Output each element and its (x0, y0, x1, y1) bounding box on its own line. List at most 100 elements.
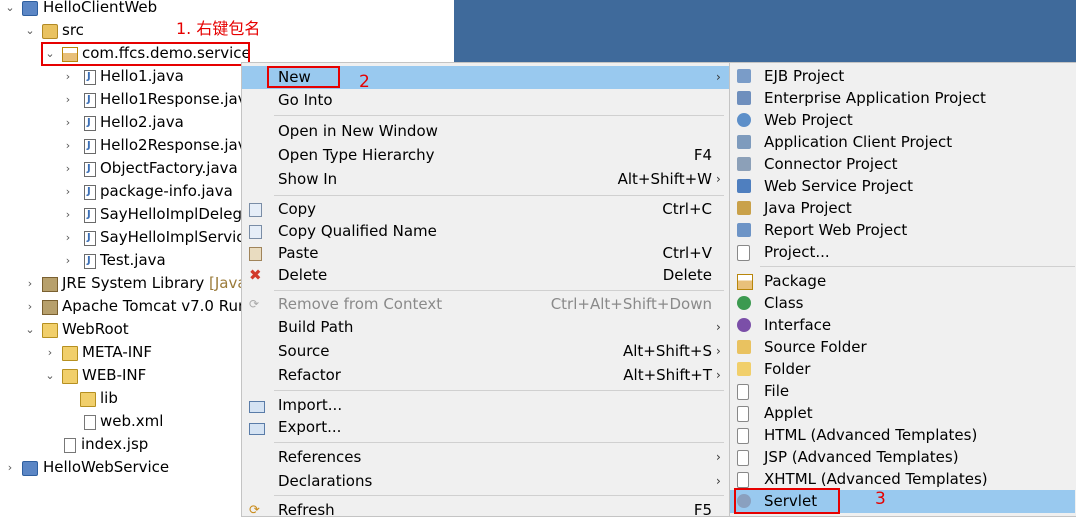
menu-item-label: References (278, 448, 362, 466)
submenu-item-html[interactable]: HTML (Advanced Templates) (730, 424, 1075, 447)
report-project-icon (737, 223, 751, 237)
menu-item-label: Refactor (278, 366, 341, 384)
jsp-file-icon (737, 450, 749, 466)
xml-file-icon (84, 415, 96, 430)
package-icon (737, 274, 753, 290)
menu-item-open-type-hierarchy[interactable]: Open Type Hierarchy F4 (242, 144, 730, 167)
chevron-right-icon[interactable]: › (62, 111, 74, 134)
menu-item-delete[interactable]: ✖ Delete Delete (242, 264, 730, 287)
chevron-right-icon[interactable]: › (62, 157, 74, 180)
chevron-right-icon[interactable]: › (62, 134, 74, 157)
submenu-item-enterprise-app-project[interactable]: Enterprise Application Project (730, 87, 1075, 110)
menu-item-import[interactable]: Import... (242, 394, 730, 417)
submenu-item-project[interactable]: Project... (730, 241, 1075, 264)
java-file-icon (84, 65, 96, 88)
chevron-down-icon[interactable]: ⌄ (24, 19, 36, 42)
java-file-icon (84, 249, 96, 272)
annotation-box-servlet (734, 488, 840, 514)
menu-item-copy-qualified-name[interactable]: Copy Qualified Name (242, 220, 730, 243)
menu-item-open-new-window[interactable]: Open in New Window (242, 120, 730, 143)
menu-item-label: Enterprise Application Project (764, 89, 986, 107)
tree-item-label: Hello1.java (100, 67, 184, 85)
chevron-right-icon: › (716, 474, 721, 488)
folder-icon (737, 362, 751, 376)
menu-item-label: Application Client Project (764, 133, 953, 151)
submenu-item-ejb-project[interactable]: EJB Project (730, 65, 1075, 88)
menu-item-label: Java Project (764, 199, 852, 217)
menu-item-declarations[interactable]: Declarations › (242, 470, 730, 493)
menu-item-export[interactable]: Export... (242, 416, 730, 439)
submenu-item-app-client-project[interactable]: Application Client Project (730, 131, 1075, 154)
submenu-item-interface[interactable]: Interface (730, 314, 1075, 337)
java-file-icon (84, 111, 96, 134)
menu-item-references[interactable]: References › (242, 446, 730, 469)
submenu-item-web-project[interactable]: Web Project (730, 109, 1075, 132)
chevron-right-icon[interactable]: › (62, 180, 74, 203)
submenu-item-applet[interactable]: Applet (730, 402, 1075, 425)
library-icon (42, 277, 58, 292)
applet-icon (737, 406, 749, 422)
java-file-icon (84, 134, 96, 157)
chevron-right-icon[interactable]: › (62, 203, 74, 226)
menu-item-refresh[interactable]: ⟳ Refresh F5 (242, 499, 730, 522)
menu-item-shortcut: F4 (693, 146, 712, 164)
submenu-item-jsp[interactable]: JSP (Advanced Templates) (730, 446, 1075, 469)
chevron-right-icon[interactable]: › (62, 226, 74, 249)
menu-item-go-into[interactable]: Go Into (242, 89, 730, 112)
class-icon (737, 296, 751, 310)
menu-item-refactor[interactable]: Refactor Alt+Shift+T › (242, 364, 730, 387)
submenu-item-class[interactable]: Class (730, 292, 1075, 315)
web-service-project-icon (737, 179, 751, 193)
java-file-icon (84, 157, 96, 180)
menu-item-remove-from-context[interactable]: ⟳ Remove from Context Ctrl+Alt+Shift+Dow… (242, 293, 730, 316)
menu-item-copy[interactable]: Copy Ctrl+C (242, 198, 730, 221)
chevron-right-icon[interactable]: › (4, 456, 16, 479)
editor-area (454, 0, 1076, 64)
tree-item-label: META-INF (82, 343, 153, 361)
tree-item-label: WebRoot (62, 320, 129, 338)
chevron-right-icon[interactable]: › (44, 341, 56, 364)
menu-item-label: EJB Project (764, 67, 845, 85)
menu-item-label: Paste (278, 244, 319, 262)
chevron-right-icon[interactable]: › (24, 272, 36, 295)
project-icon (22, 461, 38, 476)
ejb-project-icon (737, 69, 751, 83)
annotation-box-new (267, 66, 340, 88)
menu-item-label: Import... (278, 396, 343, 414)
menu-item-source[interactable]: Source Alt+Shift+S › (242, 340, 730, 363)
tree-item-label: Hello2Response.java (100, 136, 256, 154)
submenu-item-folder[interactable]: Folder (730, 358, 1075, 381)
folder-icon (80, 392, 96, 407)
chevron-right-icon[interactable]: › (62, 65, 74, 88)
chevron-right-icon: › (716, 450, 721, 464)
chevron-down-icon[interactable]: ⌄ (44, 364, 56, 387)
new-submenu: EJB Project Enterprise Application Proje… (729, 62, 1076, 517)
chevron-right-icon[interactable]: › (62, 88, 74, 111)
chevron-right-icon[interactable]: › (24, 295, 36, 318)
folder-icon (42, 323, 58, 338)
copy-icon (249, 203, 262, 217)
chevron-right-icon[interactable]: › (62, 249, 74, 272)
menu-item-build-path[interactable]: Build Path › (242, 316, 730, 339)
menu-item-paste[interactable]: Paste Ctrl+V (242, 242, 730, 265)
submenu-item-report-web-project[interactable]: Report Web Project (730, 219, 1075, 242)
submenu-item-source-folder[interactable]: Source Folder (730, 336, 1075, 359)
refresh-icon: ⟳ (249, 503, 260, 518)
project-icon (22, 1, 38, 16)
submenu-item-java-project[interactable]: Java Project (730, 197, 1075, 220)
submenu-item-connector-project[interactable]: Connector Project (730, 153, 1075, 176)
chevron-down-icon[interactable]: ⌄ (4, 0, 16, 19)
tree-item-label: Hello2.java (100, 113, 184, 131)
submenu-item-web-service-project[interactable]: Web Service Project (730, 175, 1075, 198)
html-file-icon (737, 428, 749, 444)
interface-icon (737, 318, 751, 332)
submenu-item-file[interactable]: File (730, 380, 1075, 403)
tree-item-helloclientweb[interactable]: ⌄ HelloClientWeb (0, 0, 445, 19)
chevron-down-icon[interactable]: ⌄ (24, 318, 36, 341)
submenu-item-package[interactable]: Package (730, 270, 1075, 293)
menu-item-show-in[interactable]: Show In Alt+Shift+W › (242, 168, 730, 191)
menu-item-label: Source Folder (764, 338, 867, 356)
enterprise-project-icon (737, 91, 751, 105)
menu-item-label: Folder (764, 360, 811, 378)
menu-separator (274, 115, 724, 116)
